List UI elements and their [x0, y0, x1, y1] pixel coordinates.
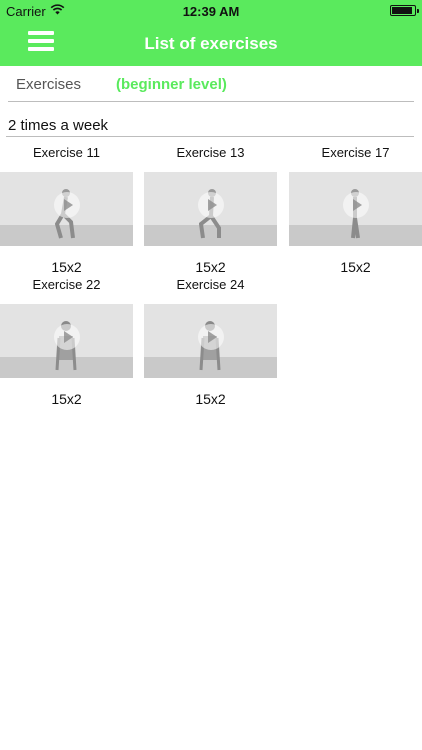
- exercise-reps: 15x2: [51, 391, 82, 407]
- play-icon: [343, 192, 369, 218]
- exercise-video-thumbnail[interactable]: [144, 172, 277, 246]
- exercise-video-thumbnail[interactable]: [289, 172, 422, 246]
- divider: [6, 136, 414, 137]
- play-icon: [198, 192, 224, 218]
- battery-icon: [390, 5, 419, 16]
- exercise-reps: 15x2: [340, 259, 371, 275]
- level-label: (beginner level): [116, 76, 227, 93]
- exercise-reps: 15x2: [195, 259, 226, 275]
- exercise-title: Exercise 24: [176, 277, 245, 292]
- app-header: Carrier 12:39 AM List of exercises: [0, 0, 422, 66]
- play-icon: [198, 324, 224, 350]
- exercise-tabs: Exercises (beginner level): [8, 66, 414, 102]
- exercise-title: Exercise 11: [33, 145, 100, 160]
- exercise-title: Exercise 13: [176, 145, 245, 160]
- exercise-video-thumbnail[interactable]: [0, 172, 133, 246]
- page-title: List of exercises: [144, 34, 278, 53]
- exercise-reps: 15x2: [195, 391, 226, 407]
- play-icon: [54, 324, 80, 350]
- exercise-title: Exercise 17: [321, 145, 390, 160]
- tab-exercises[interactable]: Exercises: [16, 76, 81, 93]
- exercise-video-thumbnail[interactable]: [144, 304, 277, 378]
- exercise-video-thumbnail[interactable]: [0, 304, 133, 378]
- exercise-title: Exercise 22: [32, 277, 101, 292]
- frequency-label: 2 times a week: [8, 117, 109, 134]
- play-icon: [54, 192, 80, 218]
- status-bar: Carrier 12:39 AM: [0, 0, 422, 22]
- status-time: 12:39 AM: [182, 4, 240, 19]
- exercise-reps: 15x2: [51, 259, 82, 275]
